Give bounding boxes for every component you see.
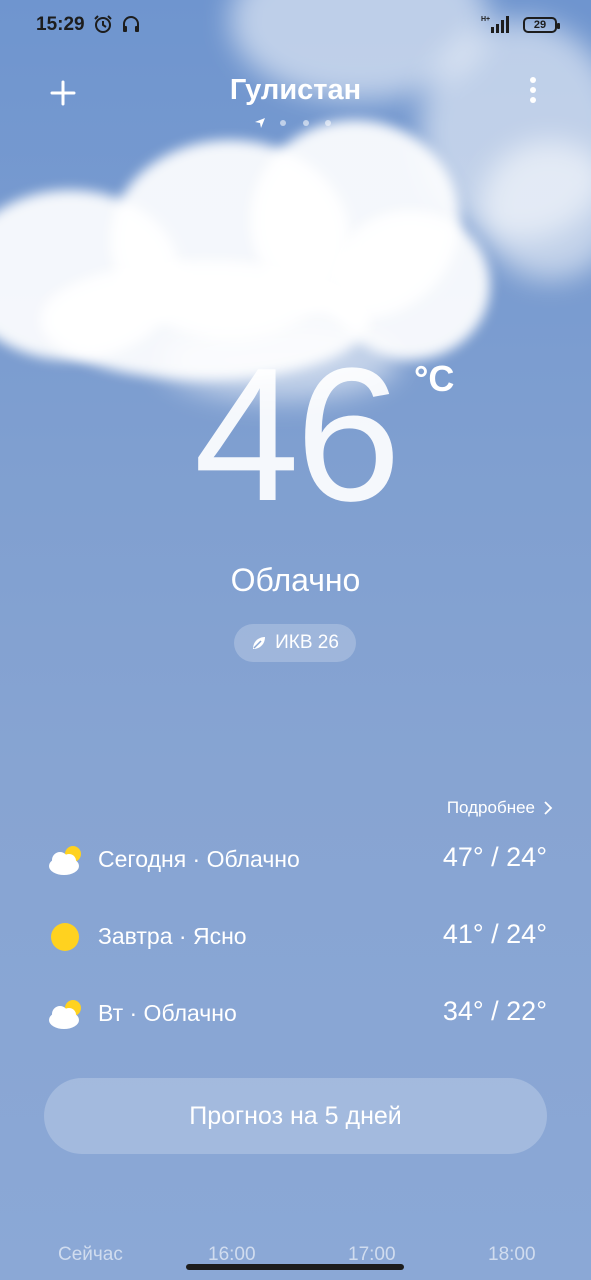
five-day-forecast-button[interactable]: Прогноз на 5 дней xyxy=(44,1078,547,1154)
battery-icon: 29 xyxy=(523,17,560,33)
hour-label: Сейчас xyxy=(58,1244,123,1265)
forecast-day-label: Вт · Облачно xyxy=(98,1000,237,1026)
forecast-row-tuesday[interactable]: Вт · Облачно 34° / 22° xyxy=(0,988,591,1038)
chevron-right-icon xyxy=(544,801,553,815)
forecast-day-temps: 47° / 24° xyxy=(442,842,547,872)
network-type: H+ xyxy=(481,16,490,23)
more-options-button[interactable] xyxy=(523,74,543,110)
status-bar: 15:29 H+ 29 xyxy=(0,0,591,50)
aqi-value: ИКВ 26 xyxy=(275,632,339,653)
forecast-day-temps: 34° / 22° xyxy=(442,996,547,1026)
city-name[interactable]: Гулистан xyxy=(0,74,591,107)
temperature-unit: °C xyxy=(414,358,455,399)
partly-cloudy-icon xyxy=(49,846,81,875)
current-temperature: 46 xyxy=(193,329,401,541)
forecast-day-label: Сегодня · Облачно xyxy=(98,846,300,872)
location-arrow-icon xyxy=(254,117,265,128)
hour-label: 18:00 xyxy=(488,1244,536,1265)
page-dot xyxy=(302,119,309,126)
current-condition: Облачно xyxy=(230,562,361,598)
forecast-row-today[interactable]: Сегодня · Облачно 47° / 24° xyxy=(0,834,591,884)
forecast-day-temps: 41° / 24° xyxy=(442,919,547,949)
home-indicator[interactable] xyxy=(186,1264,404,1270)
hour-label: 17:00 xyxy=(348,1244,396,1265)
sun-icon xyxy=(51,923,79,951)
partly-cloudy-icon xyxy=(49,1000,81,1029)
leaf-icon xyxy=(253,637,266,649)
hour-label: 16:00 xyxy=(208,1244,256,1265)
header: Гулистан xyxy=(0,62,591,142)
details-label: Подробнее xyxy=(446,798,535,817)
status-time: 15:29 xyxy=(36,14,85,35)
headphones-icon xyxy=(123,16,139,32)
page-dot xyxy=(280,119,287,126)
details-link[interactable]: Подробнее xyxy=(447,798,553,818)
alarm-icon xyxy=(94,15,112,33)
page-dot xyxy=(325,119,332,126)
aqi-badge[interactable]: ИКВ 26 xyxy=(234,624,356,662)
signal-icon: H+ xyxy=(481,16,509,33)
forecast-row-tomorrow[interactable]: Завтра · Ясно 41° / 24° xyxy=(0,911,591,961)
forecast-day-label: Завтра · Ясно xyxy=(98,923,247,949)
page-indicator xyxy=(0,114,591,132)
